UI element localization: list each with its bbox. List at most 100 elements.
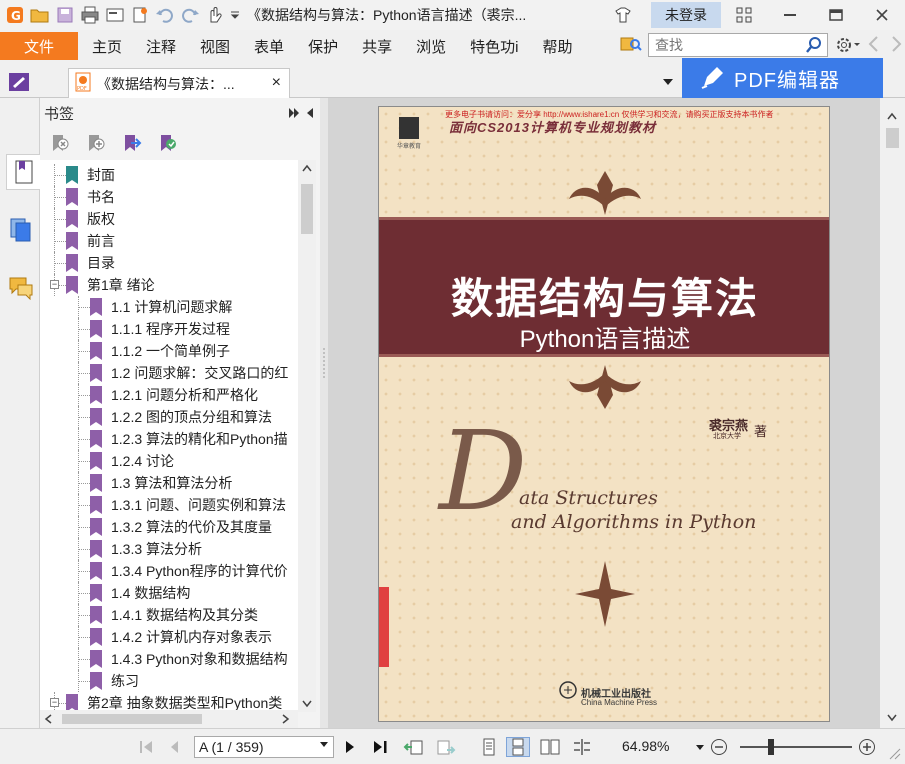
- search-input[interactable]: [655, 37, 795, 53]
- bookmark-item[interactable]: 1.1 计算机问题求解: [90, 296, 232, 318]
- bookmark-item[interactable]: 1.1.1 程序开发过程: [90, 318, 230, 340]
- menu-item-7[interactable]: 特色功i: [458, 36, 530, 57]
- pdf-page-cover[interactable]: 华章教育 更多电子书请访问：爱分享 http://www.ishare1.cn …: [378, 106, 830, 722]
- save-icon[interactable]: [54, 4, 76, 26]
- menu-item-0[interactable]: 主页: [80, 36, 134, 57]
- restore-button[interactable]: [813, 0, 859, 30]
- app-badge-icon[interactable]: [8, 72, 30, 95]
- bookmark-panel-icon[interactable]: [6, 154, 40, 190]
- page-number-field[interactable]: A (1 / 359): [194, 736, 334, 758]
- bookmark-item[interactable]: 1.3 算法和算法分析: [90, 472, 232, 494]
- bookmark-item[interactable]: 1.3.1 问题、问题实例和算法: [90, 494, 286, 516]
- pages-panel-icon[interactable]: [6, 212, 36, 248]
- page-dropdown-icon[interactable]: [319, 739, 329, 752]
- document-viewport[interactable]: 华章教育 更多电子书请访问：爱分享 http://www.ishare1.cn …: [328, 98, 880, 728]
- menu-item-4[interactable]: 保护: [296, 36, 350, 57]
- bookmark-item[interactable]: 1.4.1 数据结构及其分类: [90, 604, 258, 626]
- pdf-editor-button[interactable]: PDF编辑器: [682, 58, 883, 98]
- bookmark-item[interactable]: 1.2.4 讨论: [90, 450, 174, 472]
- menu-item-8[interactable]: 帮助: [530, 36, 584, 57]
- bookmark-collapse-toggle[interactable]: −: [50, 698, 59, 707]
- bookmark-item[interactable]: 封面: [66, 164, 115, 186]
- minimize-button[interactable]: [767, 0, 813, 30]
- layout-icon[interactable]: [721, 0, 767, 30]
- next-view-icon[interactable]: [434, 737, 458, 757]
- window-icon[interactable]: [104, 4, 126, 26]
- scroll-right-icon[interactable]: [282, 714, 290, 724]
- continuous-view-icon[interactable]: [506, 737, 530, 757]
- bookmark-item[interactable]: 1.4.3 Python对象和数据结构: [90, 648, 288, 670]
- bookmark-item[interactable]: 第1章 绪论: [66, 274, 155, 296]
- bookmark-item[interactable]: 目录: [66, 252, 115, 274]
- move-bookmark-icon[interactable]: [122, 133, 142, 156]
- document-tab[interactable]: PDF 《数据结构与算法：... ×: [68, 68, 290, 98]
- bookmark-item[interactable]: 1.2.3 算法的精化和Python描: [90, 428, 288, 450]
- redo-icon[interactable]: [179, 4, 201, 26]
- first-page-icon[interactable]: [136, 737, 156, 757]
- scroll-up-icon[interactable]: [302, 164, 312, 172]
- print-icon[interactable]: [79, 4, 101, 26]
- collapse-panel-icon[interactable]: [304, 106, 314, 123]
- bookmark-item[interactable]: 1.2.2 图的顶点分组和算法: [90, 406, 272, 428]
- bookmark-horizontal-scrollbar[interactable]: [40, 710, 298, 728]
- bookmark-item[interactable]: 1.2 问题求解：交叉路口的红: [90, 362, 288, 384]
- close-window-button[interactable]: [859, 0, 905, 30]
- search-tool-icon[interactable]: [620, 34, 642, 57]
- bookmark-properties-icon[interactable]: [158, 133, 178, 156]
- scroll-left-icon[interactable]: [44, 714, 52, 724]
- menu-item-3[interactable]: 表单: [242, 36, 296, 57]
- next-nav-icon[interactable]: [888, 34, 904, 57]
- last-page-icon[interactable]: [370, 737, 392, 757]
- bookmark-vertical-scrollbar[interactable]: [298, 160, 316, 712]
- bookmark-hscroll-thumb[interactable]: [62, 714, 202, 724]
- app-logo-icon[interactable]: G: [4, 4, 26, 26]
- customize-dropdown-icon[interactable]: [229, 4, 241, 26]
- zoom-slider-track[interactable]: [740, 746, 852, 748]
- delete-bookmark-icon[interactable]: [50, 133, 70, 156]
- bookmark-item[interactable]: 1.3.2 算法的代价及其度量: [90, 516, 272, 538]
- search-icon[interactable]: [805, 36, 823, 57]
- menu-item-2[interactable]: 视图: [188, 36, 242, 57]
- menu-item-5[interactable]: 共享: [350, 36, 404, 57]
- bookmark-item[interactable]: 第2章 抽象数据类型和Python类: [66, 692, 282, 712]
- zoom-in-icon[interactable]: [856, 737, 878, 757]
- open-folder-icon[interactable]: [29, 4, 51, 26]
- document-scroll-thumb[interactable]: [886, 128, 899, 148]
- add-bookmark-icon[interactable]: [86, 133, 106, 156]
- doc-scroll-up-icon[interactable]: [887, 112, 897, 120]
- hand-tool-icon[interactable]: [204, 4, 226, 26]
- bookmark-item[interactable]: 1.2.1 问题分析和严格化: [90, 384, 258, 406]
- bookmark-item[interactable]: 练习: [90, 670, 139, 692]
- bookmark-item[interactable]: 1.3.3 算法分析: [90, 538, 202, 560]
- previous-page-icon[interactable]: [164, 737, 184, 757]
- bookmark-item[interactable]: 书名: [66, 186, 115, 208]
- zoom-slider-thumb[interactable]: [768, 739, 774, 755]
- bookmark-item[interactable]: 1.4 数据结构: [90, 582, 190, 604]
- document-vertical-scrollbar[interactable]: [880, 98, 905, 728]
- panel-splitter[interactable]: [320, 98, 328, 728]
- zoom-dropdown-icon[interactable]: [694, 737, 706, 757]
- bookmark-item[interactable]: 1.3.4 Python程序的计算代价: [90, 560, 288, 582]
- file-menu-button[interactable]: 文件: [0, 32, 78, 60]
- undo-icon[interactable]: [154, 4, 176, 26]
- resize-grip-icon[interactable]: [886, 743, 902, 763]
- bookmark-scroll-thumb[interactable]: [301, 184, 313, 234]
- next-page-icon[interactable]: [340, 737, 360, 757]
- prev-nav-icon[interactable]: [866, 34, 882, 57]
- facing-view-icon[interactable]: [538, 737, 562, 757]
- bookmark-collapse-toggle[interactable]: −: [50, 280, 59, 289]
- login-button[interactable]: 未登录: [651, 2, 721, 28]
- bookmark-item[interactable]: 1.1.2 一个简单例子: [90, 340, 230, 362]
- doc-scroll-down-icon[interactable]: [887, 714, 897, 722]
- tab-list-dropdown-icon[interactable]: [662, 74, 674, 90]
- bookmark-item[interactable]: 版权: [66, 208, 115, 230]
- scroll-down-icon[interactable]: [302, 700, 312, 708]
- previous-view-icon[interactable]: [402, 737, 426, 757]
- menu-item-1[interactable]: 注释: [134, 36, 188, 57]
- settings-gear-icon[interactable]: [834, 35, 860, 55]
- skin-icon[interactable]: [603, 0, 643, 30]
- zoom-out-icon[interactable]: [708, 737, 730, 757]
- single-page-view-icon[interactable]: [478, 737, 500, 757]
- zoom-level[interactable]: 64.98%: [622, 738, 669, 754]
- close-tab-icon[interactable]: ×: [272, 74, 281, 92]
